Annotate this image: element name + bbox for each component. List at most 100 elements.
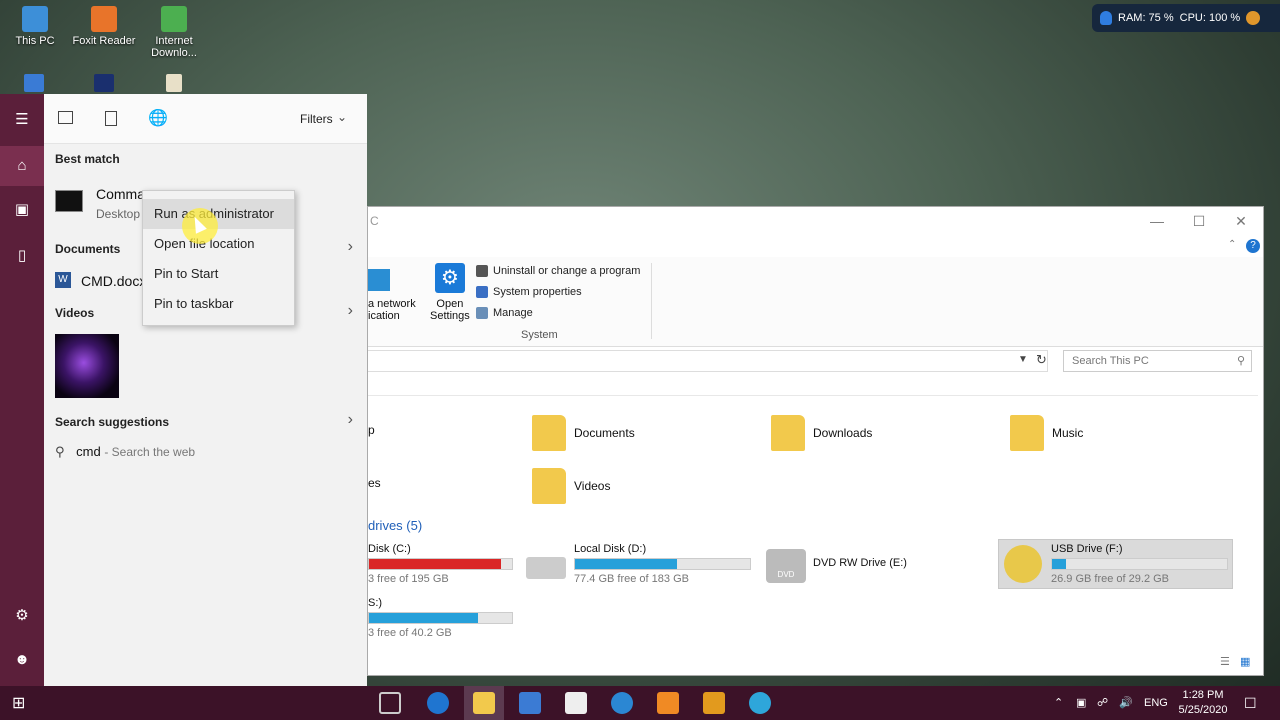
task-view-icon[interactable]	[379, 692, 401, 714]
tasks-icon[interactable]	[657, 692, 679, 714]
document-result[interactable]: CMD.docx	[81, 273, 146, 289]
folder-documents[interactable]: Documents	[532, 415, 635, 451]
drive-e[interactable]: DVD RW Drive (E:)	[813, 557, 907, 569]
address-bar[interactable]: ▼ ↻	[368, 350, 1048, 372]
folder-downloads[interactable]: Downloads	[771, 415, 872, 451]
folder-music[interactable]: Music	[1010, 415, 1083, 451]
drive-usage-bar	[368, 612, 513, 624]
folder-label: Videos	[574, 479, 611, 493]
uninstall-program-button[interactable]: Uninstall or change a program	[476, 265, 640, 277]
volume-icon[interactable]: 🔊	[1119, 686, 1133, 720]
cpu-usage: CPU: 100 %	[1179, 12, 1241, 24]
folder-desktop[interactable]: p	[368, 423, 375, 437]
desktop-icon-label: Internet Downlo...	[151, 35, 197, 59]
drive-name: S:)	[368, 597, 383, 609]
manage-button[interactable]: Manage	[476, 307, 533, 319]
filters-dropdown[interactable]: Filters	[300, 112, 333, 126]
drive-name: USB Drive (F:)	[1051, 543, 1123, 555]
store-icon[interactable]	[519, 692, 541, 714]
folder-label: es	[368, 476, 381, 490]
drive-name: Disk (C:)	[368, 543, 411, 555]
desktop-app-icon[interactable]	[24, 74, 44, 92]
photoshop-icon[interactable]	[94, 74, 114, 92]
minimize-button[interactable]: —	[1142, 211, 1172, 231]
folder-icon	[532, 415, 566, 451]
folder-videos[interactable]: Videos	[532, 468, 610, 504]
search-suggestion-item[interactable]: ⚲ cmd - Search the web	[55, 444, 195, 460]
drive-usage-bar	[574, 558, 751, 570]
desktop-icon-idm[interactable]: Internet Downlo...	[139, 6, 209, 59]
suggestion-subtext: - Search the web	[104, 445, 196, 459]
apps-filter-icon[interactable]	[58, 111, 73, 124]
settings-icon[interactable]: ⚙	[12, 606, 32, 626]
menu-item-run-as-admin[interactable]: Run as administrator	[143, 199, 294, 229]
collapse-ribbon-icon[interactable]: ⌃	[1228, 239, 1236, 250]
web-filter-icon[interactable]: 🌐	[148, 108, 168, 128]
desktop-icon-label: Foxit Reader	[72, 35, 136, 47]
edge-browser-icon[interactable]	[427, 692, 449, 714]
folder-pictures[interactable]: es	[368, 476, 381, 490]
chevron-down-icon[interactable]: ⌄	[337, 110, 347, 124]
desktop-icon-label: This PC	[15, 35, 55, 47]
power-icon	[1246, 11, 1261, 25]
notebook-icon[interactable]: ▣	[12, 200, 32, 220]
documents-filter-icon[interactable]	[105, 111, 117, 126]
large-icons-view-icon[interactable]: ▦	[1240, 655, 1250, 668]
system-monitor: RAM: 75 % CPU: 100 %	[1092, 4, 1280, 32]
clock[interactable]: 1:28 PM 5/25/2020	[1176, 688, 1230, 718]
drive-usage-fill	[369, 559, 501, 569]
search-filter-bar: 🌐 Filters ⌄	[44, 94, 367, 144]
details-view-icon[interactable]: ☰	[1220, 655, 1230, 668]
drive-usage-bar	[1051, 558, 1228, 570]
browser-icon[interactable]	[611, 692, 633, 714]
battery-icon[interactable]: ▣	[1076, 686, 1086, 720]
windows-start-icon[interactable]: ⊞	[12, 695, 30, 713]
usb-drive-icon	[1004, 545, 1042, 583]
drive-f[interactable]: USB Drive (F:) 26.9 GB free of 29.2 GB	[1051, 543, 1228, 585]
feedback-icon[interactable]: ☻	[12, 650, 32, 670]
chevron-down-icon[interactable]: ▼	[1018, 354, 1028, 365]
desktop-icon-foxit[interactable]: Foxit Reader	[69, 6, 139, 47]
best-match-title[interactable]: Comma	[96, 186, 145, 202]
notification-icon[interactable]: ☐	[1244, 686, 1257, 720]
drive-s[interactable]: S:) 3 free of 40.2 GB	[368, 597, 513, 639]
desktop-icon-this-pc[interactable]: This PC	[0, 6, 70, 47]
telegram-icon[interactable]	[749, 692, 771, 714]
add-network-location-button[interactable]: a network ication	[368, 298, 416, 322]
chevron-right-icon[interactable]: ›	[348, 302, 353, 320]
uninstall-label: Uninstall or change a program	[493, 265, 641, 277]
close-button[interactable]: ✕	[1226, 211, 1256, 231]
menu-item-open-file-location[interactable]: Open file location	[143, 229, 294, 259]
drive-usage-fill	[369, 613, 478, 623]
drive-d[interactable]: Local Disk (D:) 77.4 GB free of 183 GB	[574, 543, 751, 585]
file-explorer-icon[interactable]	[473, 692, 495, 714]
maximize-button[interactable]: ☐	[1184, 211, 1214, 231]
ribbon-divider	[651, 263, 652, 339]
search-icon: ⚲	[55, 444, 65, 459]
network-location-icon	[368, 269, 390, 291]
search-input[interactable]: Search This PC ⚲	[1063, 350, 1252, 372]
refresh-icon[interactable]: ↻	[1036, 352, 1047, 368]
mail-icon[interactable]	[565, 692, 587, 714]
system-properties-icon	[476, 286, 488, 298]
chevron-right-icon[interactable]: ›	[348, 411, 353, 429]
system-properties-label: System properties	[493, 286, 582, 298]
open-settings-button[interactable]: Open Settings	[430, 298, 470, 322]
menu-item-pin-to-start[interactable]: Pin to Start	[143, 259, 294, 289]
tray-overflow-icon[interactable]: ⌃	[1054, 686, 1063, 720]
chevron-right-icon[interactable]: ›	[348, 238, 353, 256]
network-icon[interactable]: ☍	[1097, 686, 1108, 720]
drive-c[interactable]: Disk (C:) 3 free of 195 GB	[368, 543, 513, 585]
sublime-icon[interactable]	[703, 692, 725, 714]
help-icon[interactable]: ?	[1246, 239, 1260, 253]
hamburger-menu-icon[interactable]: ☰	[12, 110, 32, 130]
home-icon[interactable]: ⌂	[12, 156, 32, 176]
menu-item-pin-to-taskbar[interactable]: Pin to taskbar	[143, 289, 294, 319]
video-thumbnail[interactable]	[55, 334, 119, 398]
ribbon-group-label: System	[521, 329, 558, 341]
drives-section-header[interactable]: drives (5)	[368, 518, 422, 533]
language-indicator[interactable]: ENG	[1144, 686, 1168, 720]
archive-icon[interactable]	[166, 74, 182, 92]
system-properties-button[interactable]: System properties	[476, 286, 582, 298]
tower-icon[interactable]: ▯	[12, 246, 32, 266]
